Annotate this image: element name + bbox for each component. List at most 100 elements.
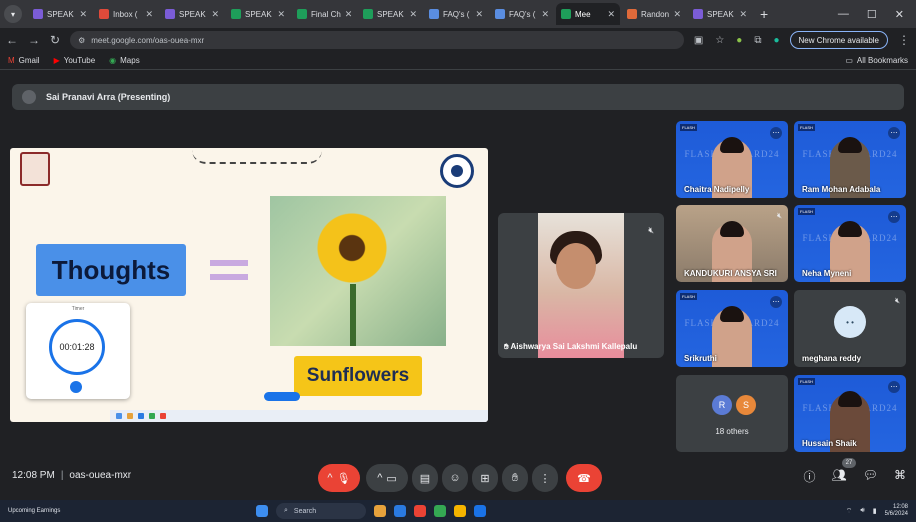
raise-hand-button[interactable]: ✋︎ xyxy=(502,464,528,492)
close-tab-icon[interactable]: ✕ xyxy=(345,9,353,20)
more-options-icon[interactable]: ⋯ xyxy=(770,127,782,139)
browser-tab[interactable]: SPEAK ✕ xyxy=(358,3,422,25)
more-options-icon[interactable]: ⋯ xyxy=(770,296,782,308)
all-bookmarks-button[interactable]: ▭ All Bookmarks xyxy=(845,56,908,65)
more-options-button[interactable]: ⋮ xyxy=(532,464,558,492)
forward-icon[interactable]: → xyxy=(28,33,40,47)
reload-icon[interactable]: ↻ xyxy=(50,33,60,47)
present-icon: ⊞ xyxy=(480,472,490,485)
edge-icon[interactable] xyxy=(394,505,406,517)
maximize-icon[interactable]: ☐ xyxy=(867,8,877,21)
file-explorer-icon[interactable] xyxy=(374,505,386,517)
wifi-icon[interactable]: ⌔ xyxy=(846,507,853,516)
tab-label: SPEAK xyxy=(377,9,404,19)
participant-tile[interactable]: • • 🔇︎ meghana reddy xyxy=(794,290,906,367)
close-tab-icon[interactable]: ✕ xyxy=(475,9,483,20)
participant-name: Chaitra Nadipelly xyxy=(684,185,750,194)
browser-tab[interactable]: SPEAK ✕ xyxy=(28,3,92,25)
flashforward-tag: FLASH xyxy=(798,208,815,215)
participant-tile[interactable]: FLASH FLASHFORWARD24 ⋯ Srikruthi xyxy=(676,290,788,367)
emoji-reaction-button[interactable]: ☺ xyxy=(442,464,468,492)
people-icon[interactable]: 👥︎ xyxy=(832,468,847,485)
close-tab-icon[interactable]: ✕ xyxy=(673,9,681,20)
browser-tab[interactable]: SPEAK ✕ xyxy=(688,3,752,25)
camera-in-use-icon[interactable]: ▣ xyxy=(694,35,703,46)
chrome-icon[interactable] xyxy=(414,505,426,517)
tab-search-icon[interactable]: ▾ xyxy=(4,5,22,23)
minimize-icon[interactable]: — xyxy=(838,8,849,21)
mic-toggle-button[interactable]: ^ 🎙︎ xyxy=(318,464,360,492)
back-icon[interactable]: ← xyxy=(6,33,18,47)
captions-button[interactable]: ▤ xyxy=(412,464,438,492)
app-icon[interactable] xyxy=(474,505,486,517)
browser-tab[interactable]: SPEAK ✕ xyxy=(226,3,290,25)
close-tab-icon[interactable]: ✕ xyxy=(211,9,219,20)
bookmark-gmail[interactable]: M Gmail xyxy=(8,56,40,65)
clock[interactable]: 12:08 5/6/2024 xyxy=(885,504,908,517)
close-tab-icon[interactable]: ✕ xyxy=(277,9,285,20)
bookmark-youtube[interactable]: ▶ YouTube xyxy=(54,56,96,65)
extensions-puzzle-icon[interactable]: ⧉ xyxy=(754,35,761,46)
browser-tab[interactable]: Randon ✕ xyxy=(622,3,686,25)
extension-icon[interactable]: ● xyxy=(736,35,742,46)
browser-tab[interactable]: SPEAK ✕ xyxy=(160,3,224,25)
present-screen-button[interactable]: ⊞ xyxy=(472,464,498,492)
participant-tile-center[interactable]: 🔇︎ ✋︎ Aishwarya Sai Lakshmi Kallepalu xyxy=(498,213,664,358)
more-menu-icon[interactable]: ⋮ xyxy=(898,33,910,47)
more-options-icon[interactable]: ⋯ xyxy=(888,211,900,223)
meeting-details-icon[interactable]: ⓘ xyxy=(804,468,816,485)
others-tile[interactable]: R S 18 others xyxy=(676,375,788,452)
tab-favicon-icon xyxy=(231,9,241,19)
tab-favicon-icon xyxy=(693,9,703,19)
flashforward-tag: FLASH xyxy=(798,378,815,385)
tab-favicon-icon xyxy=(165,9,175,19)
close-tab-icon[interactable]: ✕ xyxy=(739,9,747,20)
chat-icon[interactable]: 💬︎ xyxy=(863,468,878,485)
app-icon[interactable] xyxy=(454,505,466,517)
address-bar[interactable]: ⚙ meet.google.com/oas-ouea-mxr xyxy=(70,31,684,49)
bookmark-label: Gmail xyxy=(18,56,40,65)
taskbar-search[interactable]: ⌕ Search xyxy=(276,503,366,519)
more-options-icon[interactable]: ⋯ xyxy=(888,381,900,393)
mic-off-icon: 🎙︎ xyxy=(336,472,351,485)
bookmarks-bar: M Gmail ▶ YouTube ◉ Maps ▭ All Bookmarks xyxy=(0,52,916,70)
bookmark-maps[interactable]: ◉ Maps xyxy=(109,56,140,65)
screen: ▾ SPEAK ✕ Inbox (✕ SPEAK ✕ SPEAK ✕ Final Ch… xyxy=(0,0,916,522)
tab-favicon-icon xyxy=(495,9,505,19)
participant-tile[interactable]: FLASH FLASHFORWARD24 ⋯ Chaitra Nadipelly xyxy=(676,121,788,198)
tab-label: Inbox ( xyxy=(113,9,138,19)
participant-tile[interactable]: FLASH FLASHFORWARD24 ⋯ Hussain Shaik xyxy=(794,375,906,452)
close-tab-icon[interactable]: ✕ xyxy=(541,9,549,20)
camera-toggle-button[interactable]: ^ ▭ xyxy=(366,464,408,492)
participant-tile[interactable]: 🔇︎ KANDUKURI ANSYA SRI xyxy=(676,205,788,282)
weather-widget[interactable]: Upcoming Earnings xyxy=(8,508,68,514)
bookmark-star-icon[interactable]: ☆ xyxy=(715,35,724,46)
close-tab-icon[interactable]: ✕ xyxy=(607,9,615,20)
tab-label: FAQ's ( xyxy=(443,9,470,19)
participant-tile[interactable]: FLASH FLASHFORWARD24 ⋯ Neha Myneni xyxy=(794,205,906,282)
others-count-label: 18 others xyxy=(715,427,749,436)
new-tab-button[interactable]: + xyxy=(754,6,774,22)
participant-tile[interactable]: FLASH FLASHFORWARD24 ⋯ Ram Mohan Adabala xyxy=(794,121,906,198)
gmail-icon: M xyxy=(8,56,15,65)
profile-icon[interactable]: ● xyxy=(773,35,779,46)
participant-name: Ram Mohan Adabala xyxy=(802,185,881,194)
windows-start-icon[interactable] xyxy=(256,505,268,517)
close-tab-icon[interactable]: ✕ xyxy=(145,9,153,20)
browser-tab[interactable]: Final Ch ✕ xyxy=(292,3,356,25)
leave-call-button[interactable]: ☎ xyxy=(566,464,602,492)
activities-icon[interactable]: ⌘ xyxy=(894,468,906,485)
close-tab-icon[interactable]: ✕ xyxy=(409,9,417,20)
app-icon[interactable] xyxy=(434,505,446,517)
browser-tab[interactable]: FAQ's (✕ xyxy=(490,3,554,25)
browser-tab[interactable]: FAQ's ( ✕ xyxy=(424,3,488,25)
new-chrome-available-button[interactable]: New Chrome available xyxy=(789,31,888,49)
close-tab-icon[interactable]: ✕ xyxy=(79,9,87,20)
battery-icon[interactable]: ▮ xyxy=(873,507,877,515)
more-options-icon[interactable]: ⋯ xyxy=(888,127,900,139)
browser-tab[interactable]: Inbox ( ✕ xyxy=(94,3,158,25)
browser-tab-active[interactable]: Mee ✕ xyxy=(556,3,620,25)
volume-icon[interactable]: 🔊︎ xyxy=(860,507,864,515)
close-window-icon[interactable]: ✕ xyxy=(895,8,904,21)
site-info-icon[interactable]: ⚙ xyxy=(78,36,85,45)
